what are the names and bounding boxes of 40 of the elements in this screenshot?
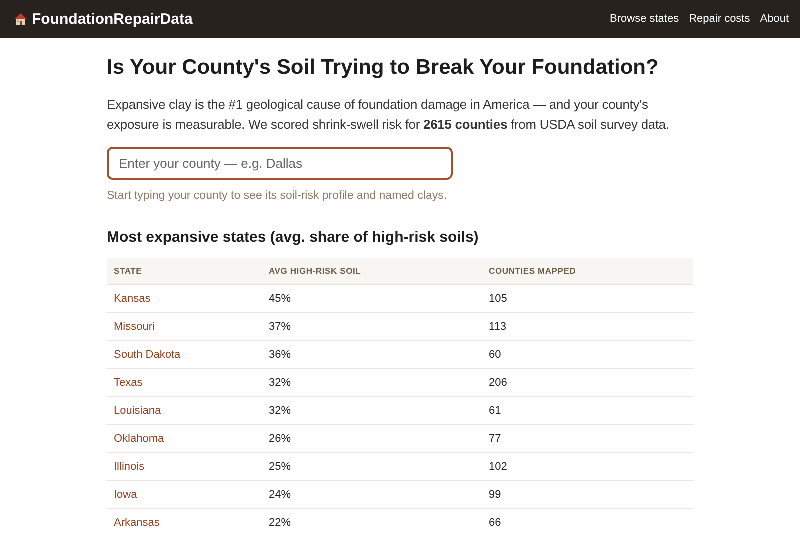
nav-link[interactable]: About <box>760 13 789 25</box>
table-cell: 99 <box>482 480 693 508</box>
nav-link[interactable]: Repair costs <box>689 13 750 25</box>
state-link[interactable]: Kansas <box>114 292 151 304</box>
table-cell: 61 <box>482 396 693 424</box>
column-header: AVG HIGH-RISK SOIL <box>262 258 482 284</box>
table-cell: 113 <box>482 312 693 340</box>
column-header: COUNTIES MAPPED <box>482 258 693 284</box>
table-cell: 66 <box>482 508 693 533</box>
state-link[interactable]: Missouri <box>114 320 155 332</box>
state-link[interactable]: Texas <box>114 376 143 388</box>
table-cell: 102 <box>482 452 693 480</box>
section-heading: Most expansive states (avg. share of high-risk soils) <box>107 229 480 246</box>
search-hint: Start typing your county to see its soil-risk profile and named clays. <box>107 190 448 202</box>
state-link[interactable]: Iowa <box>114 488 138 500</box>
table-cell: 36% <box>262 340 482 368</box>
state-link[interactable]: South Dakota <box>114 348 181 360</box>
county-search-field[interactable]: Enter your county — e.g. Dallas <box>107 147 453 180</box>
house-icon <box>14 12 28 26</box>
intro-paragraph: Expansive clay is the #1 geological cause of foundation damage in America — and your county's exposure is measurable. We scored shrink-swell risk for 2615 counties from USDA soil survey data. <box>107 96 670 134</box>
table-cell: 26% <box>262 424 482 452</box>
state-link[interactable]: Louisiana <box>114 404 162 416</box>
table-cell: 60 <box>482 340 693 368</box>
state-link[interactable]: Illinois <box>114 460 145 472</box>
site-logo[interactable]: FoundationRepairData <box>32 10 193 28</box>
table-cell: 22% <box>262 508 482 533</box>
table-cell: 32% <box>262 396 482 424</box>
table-cell: 206 <box>482 368 693 396</box>
state-link[interactable]: Oklahoma <box>114 432 164 444</box>
column-header: STATE <box>107 258 262 284</box>
nav-link[interactable]: Browse states <box>610 13 680 25</box>
table-cell: 24% <box>262 480 482 508</box>
table-cell: 77 <box>482 424 693 452</box>
state-link[interactable]: Arkansas <box>114 516 160 528</box>
table-cell: 25% <box>262 452 482 480</box>
table-cell: 32% <box>262 368 482 396</box>
table-cell: 37% <box>262 312 482 340</box>
table-cell: 45% <box>262 284 482 312</box>
page-title: Is Your County's Soil Trying to Break Your Foundation? <box>107 56 660 80</box>
table-cell: 105 <box>482 284 693 312</box>
